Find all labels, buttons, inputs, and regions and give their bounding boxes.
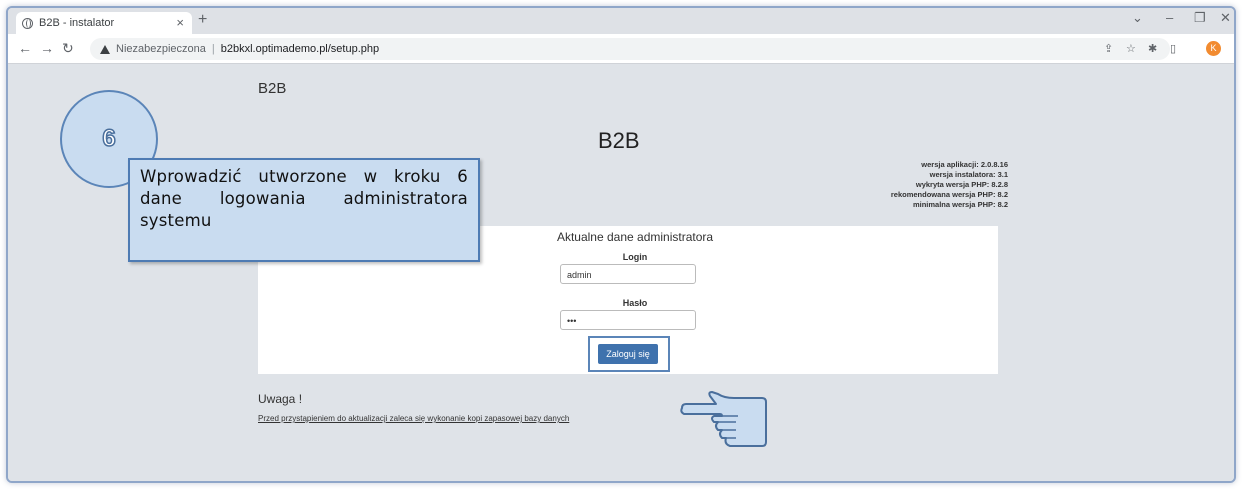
address-separator: | — [211, 43, 215, 55]
warning-icon — [100, 44, 110, 54]
browser-toolbar: ← → ↻ Niezabezpieczona | b2bkxl.optimade… — [8, 34, 1234, 64]
forward-icon[interactable]: → — [40, 40, 54, 56]
browser-window: B2B - instalator × + ⌄ – ❐ ✕ ← → ↻ Nieza… — [6, 6, 1236, 483]
profile-avatar[interactable]: K — [1206, 41, 1221, 56]
page-title: B2B — [598, 128, 640, 153]
insecure-label: Niezabezpieczona — [116, 43, 206, 55]
backup-warning-link[interactable]: Przed przystąpieniem do aktualizacji zal… — [258, 414, 569, 423]
url-text: b2bkxl.optimademo.pl/setup.php — [220, 43, 380, 55]
close-window-icon[interactable]: ✕ — [1220, 10, 1231, 26]
close-tab-icon[interactable]: × — [176, 15, 184, 30]
page-content: B2B B2B wersja aplikacji: 2.0.8.16 wersj… — [8, 64, 1234, 481]
reload-icon[interactable]: ↻ — [62, 40, 74, 57]
brand-small: B2B — [258, 80, 287, 97]
version-info: wersja aplikacji: 2.0.8.16 wersja instal… — [891, 160, 1008, 210]
restore-icon[interactable]: ❐ — [1194, 10, 1206, 26]
password-input[interactable]: ••• — [560, 310, 696, 330]
tab-search-icon[interactable]: ⌄ — [1132, 10, 1143, 26]
login-button[interactable]: Zaloguj się — [598, 344, 658, 364]
address-bar[interactable]: Niezabezpieczona | b2bkxl.optimademo.pl/… — [90, 38, 1170, 60]
version-php-minimum: minimalna wersja PHP: 8.2 — [912, 200, 1008, 209]
star-icon[interactable]: ☆ — [1126, 42, 1136, 55]
pointing-hand-icon — [680, 391, 767, 447]
login-button-highlight: Zaloguj się — [588, 336, 670, 372]
share-icon[interactable]: ⇪ — [1104, 42, 1113, 55]
version-app: wersja aplikacji: 2.0.8.16 — [921, 160, 1008, 169]
instruction-callout: Wprowadzić utworzone w kroku 6 dane logo… — [128, 158, 480, 262]
version-installer: wersja instalatora: 3.1 — [929, 170, 1008, 179]
tab-b2b-instalator[interactable]: B2B - instalator × — [16, 12, 192, 34]
tab-title: B2B - instalator — [39, 17, 115, 29]
login-input[interactable]: admin — [560, 264, 696, 284]
extensions-icon[interactable]: ✱ — [1148, 42, 1157, 55]
sidepanel-icon[interactable]: ▯ — [1170, 42, 1176, 55]
password-label: Hasło — [622, 298, 648, 308]
menu-icon[interactable]: ⋮ — [1230, 42, 1234, 55]
warning-title: Uwaga ! — [258, 392, 303, 406]
new-tab-button[interactable]: + — [198, 11, 207, 29]
version-php-detected: wykryta wersja PHP: 8.2.8 — [915, 180, 1008, 189]
back-icon[interactable]: ← — [18, 40, 32, 56]
minimize-icon[interactable]: – — [1166, 10, 1173, 25]
tab-strip: B2B - instalator × + ⌄ – ❐ ✕ — [8, 8, 1234, 34]
version-php-recommended: rekomendowana wersja PHP: 8.2 — [890, 190, 1008, 199]
globe-icon — [22, 17, 33, 29]
